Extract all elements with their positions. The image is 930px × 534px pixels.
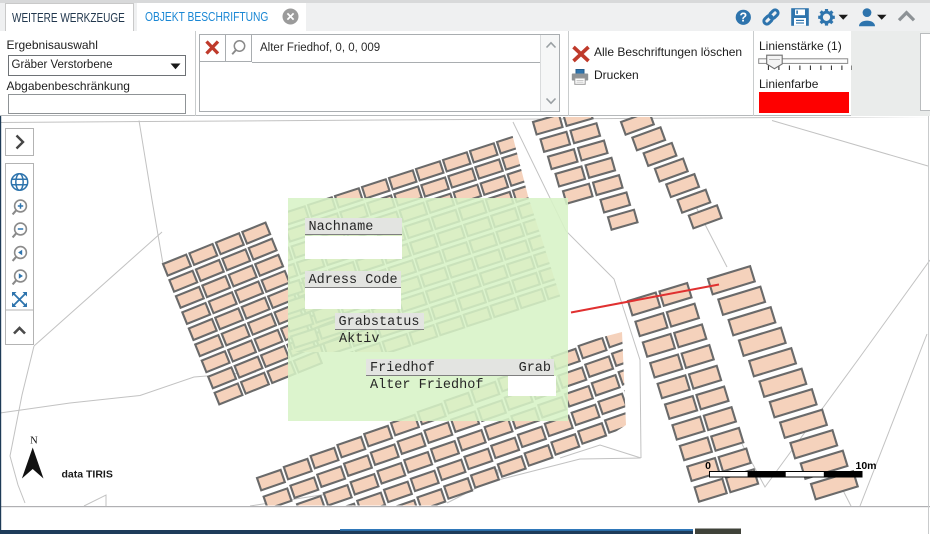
svg-text:data TIRIS: data TIRIS (62, 469, 113, 481)
svg-text:10m: 10m (856, 460, 877, 472)
svg-text:0: 0 (705, 460, 711, 472)
svg-text:?: ? (739, 11, 747, 25)
svg-text:N: N (30, 436, 38, 447)
